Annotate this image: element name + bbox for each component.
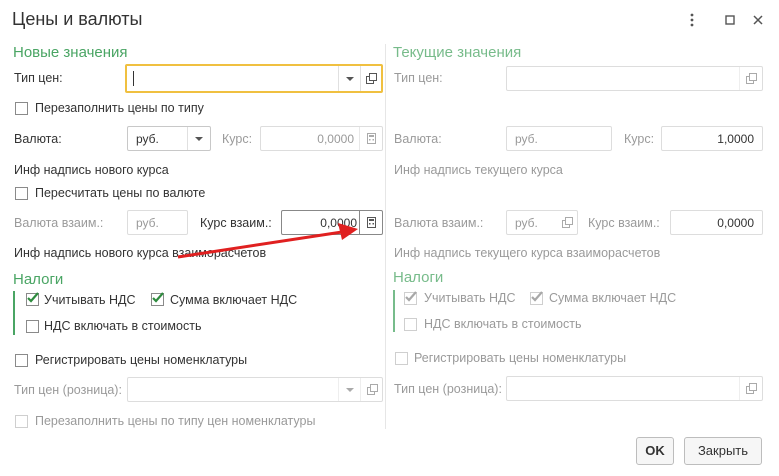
current-settle-currency-value: руб.	[515, 216, 538, 230]
current-settle-currency-field: руб.	[506, 210, 578, 235]
open-external-icon	[557, 211, 577, 234]
open-external-icon	[739, 377, 762, 400]
current-retail-type-label: Тип цен (розница):	[394, 382, 502, 396]
taxes-heading: Налоги	[13, 271, 64, 288]
text-cursor	[133, 71, 134, 86]
checkmark-icon	[405, 291, 417, 302]
calculator-icon	[359, 127, 382, 150]
rate-label: Курс:	[222, 132, 253, 146]
checkmark-icon	[152, 292, 164, 303]
current-currency-field: руб.	[506, 126, 612, 151]
checkmark-icon	[531, 291, 543, 302]
refill-by-type-label: Перезаполнить цены по типу	[35, 101, 204, 115]
current-values-heading: Текущие значения	[393, 44, 522, 61]
rate-value: 0,0000	[317, 132, 354, 146]
current-sum-incl-vat-label: Сумма включает НДС	[549, 291, 677, 305]
currency-select[interactable]: руб.	[127, 126, 211, 151]
retail-type-label: Тип цен (розница):	[14, 383, 122, 397]
current-taxes-heading: Налоги	[393, 269, 444, 286]
vat-label: Учитывать НДС	[44, 293, 136, 307]
current-price-type-label: Тип цен:	[394, 71, 443, 85]
recalc-by-currency-checkbox[interactable]	[15, 187, 28, 200]
open-external-icon	[360, 378, 383, 401]
settle-currency-label: Валюта взаим.:	[14, 216, 104, 230]
vat-in-cost-label: НДС включать в стоимость	[44, 319, 202, 333]
maximize-icon[interactable]	[722, 12, 738, 28]
register-prices-checkbox[interactable]	[15, 354, 28, 367]
current-rate-info: Инф надпись текущего курса	[394, 163, 563, 177]
price-type-label: Тип цен:	[14, 71, 63, 85]
current-currency-label: Валюта:	[394, 132, 442, 146]
more-vertical-icon[interactable]	[684, 12, 700, 28]
current-register-prices-checkbox	[395, 352, 408, 365]
close-icon[interactable]	[750, 12, 766, 28]
checkmark-icon	[27, 292, 39, 303]
new-rate-info: Инф надпись нового курса	[14, 163, 169, 177]
open-external-icon	[739, 67, 762, 90]
rate-field: 0,0000	[260, 126, 383, 151]
vat-checkbox[interactable]	[26, 292, 39, 306]
annotation-arrow	[177, 223, 358, 259]
sum-incl-vat-checkbox[interactable]	[151, 292, 164, 306]
current-price-type-field	[506, 66, 763, 91]
chevron-down-icon[interactable]	[187, 127, 210, 150]
new-values-heading: Новые значения	[13, 44, 128, 61]
settle-currency-value: руб.	[136, 216, 159, 230]
current-rate-field: 1,0000	[661, 126, 763, 151]
current-retail-type-field	[506, 376, 763, 401]
current-rate-label: Курс:	[624, 132, 655, 146]
current-settle-info: Инф надпись текущего курса взаиморасчето…	[394, 246, 661, 260]
recalc-by-currency-label: Пересчитать цены по валюте	[35, 186, 206, 200]
chevron-down-icon[interactable]	[338, 66, 361, 91]
register-prices-label: Регистрировать цены номенклатуры	[35, 353, 248, 367]
currency-value: руб.	[136, 132, 159, 146]
column-separator	[385, 44, 386, 429]
price-type-input[interactable]	[125, 64, 383, 93]
current-register-prices-label: Регистрировать цены номенклатуры	[414, 351, 627, 365]
current-settle-rate-value: 0,0000	[717, 216, 754, 230]
vat-in-cost-checkbox[interactable]	[26, 320, 39, 333]
window-title: Цены и валюты	[12, 9, 143, 29]
current-vat-checkbox	[404, 291, 417, 305]
current-taxes-group-bar	[393, 290, 395, 332]
open-external-icon[interactable]	[360, 66, 382, 91]
refill-nomenclature-checkbox	[15, 415, 28, 428]
current-sum-incl-vat-checkbox	[530, 291, 543, 305]
current-currency-value: руб.	[515, 132, 538, 146]
current-vat-in-cost-checkbox	[404, 318, 417, 331]
sum-incl-vat-label: Сумма включает НДС	[170, 293, 298, 307]
refill-by-type-checkbox[interactable]	[15, 102, 28, 115]
taxes-group-bar	[13, 291, 15, 335]
currency-label: Валюта:	[14, 132, 62, 146]
current-settle-currency-label: Валюта взаим.:	[394, 216, 484, 230]
close-button[interactable]: Закрыть	[684, 437, 762, 465]
retail-type-field	[127, 377, 383, 402]
ok-button[interactable]: OK	[636, 437, 674, 465]
current-settle-rate-field: 0,0000	[670, 210, 763, 235]
current-vat-in-cost-label: НДС включать в стоимость	[424, 317, 582, 331]
refill-nomenclature-label: Перезаполнить цены по типу цен номенклат…	[35, 414, 316, 428]
current-settle-rate-label: Курс взаим.:	[588, 216, 660, 230]
current-vat-label: Учитывать НДС	[424, 291, 516, 305]
chevron-down-icon	[338, 378, 361, 401]
current-rate-value: 1,0000	[717, 132, 754, 146]
